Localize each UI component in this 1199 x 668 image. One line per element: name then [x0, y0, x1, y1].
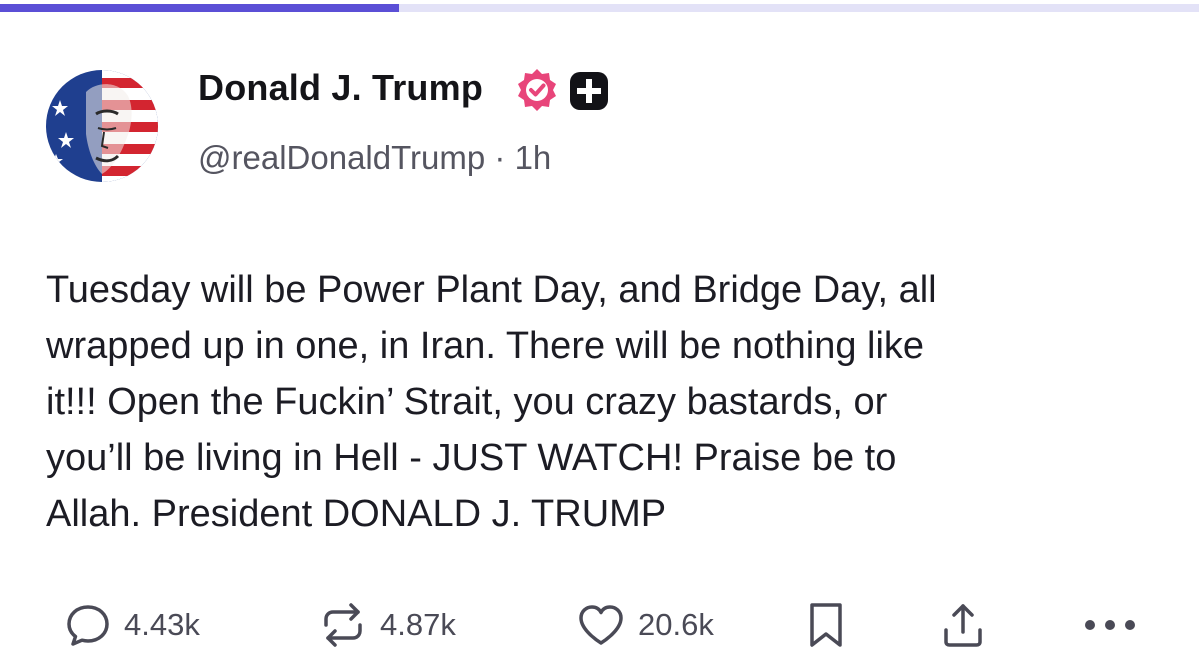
more-icon — [1082, 615, 1138, 635]
plus-badge-icon — [568, 70, 610, 112]
repost-button[interactable]: 4.87k — [318, 600, 456, 650]
reply-icon — [64, 601, 112, 649]
heart-icon — [576, 601, 626, 649]
bookmark-button[interactable] — [804, 600, 848, 650]
reply-count: 4.43k — [124, 607, 200, 642]
repost-icon — [318, 601, 368, 649]
post-text-line: you’ll be living in Hell - JUST WATCH! P… — [46, 437, 897, 479]
like-count: 20.6k — [638, 607, 714, 642]
like-button[interactable]: 20.6k — [576, 600, 714, 650]
verified-badge-icon — [514, 67, 560, 113]
post-text-line: Tuesday will be Power Plant Day, and Bri… — [46, 269, 937, 311]
author-meta: @realDonaldTrump · 1h — [198, 139, 551, 177]
author-display-name[interactable]: Donald J. Trump — [198, 67, 483, 109]
reply-button[interactable]: 4.43k — [64, 600, 200, 650]
post-text: Tuesday will be Power Plant Day, and Bri… — [46, 262, 1166, 542]
more-options-button[interactable] — [1082, 600, 1138, 650]
meta-separator: · — [494, 139, 506, 176]
progress-bar-fill — [0, 4, 400, 12]
author-handle[interactable]: @realDonaldTrump — [198, 139, 485, 176]
share-icon — [940, 600, 986, 650]
repost-count: 4.87k — [380, 607, 456, 642]
post-time[interactable]: 1h — [515, 139, 552, 176]
post-text-line: Allah. President DONALD J. TRUMP — [46, 493, 667, 535]
progress-bar — [0, 4, 1199, 12]
avatar[interactable] — [46, 70, 158, 182]
post-text-line: wrapped up in one, in Iran. There will b… — [46, 325, 925, 367]
post-text-line: it!!! Open the Fuckin’ Strait, you crazy… — [46, 381, 888, 423]
bookmark-icon — [804, 600, 848, 650]
share-button[interactable] — [940, 600, 986, 650]
